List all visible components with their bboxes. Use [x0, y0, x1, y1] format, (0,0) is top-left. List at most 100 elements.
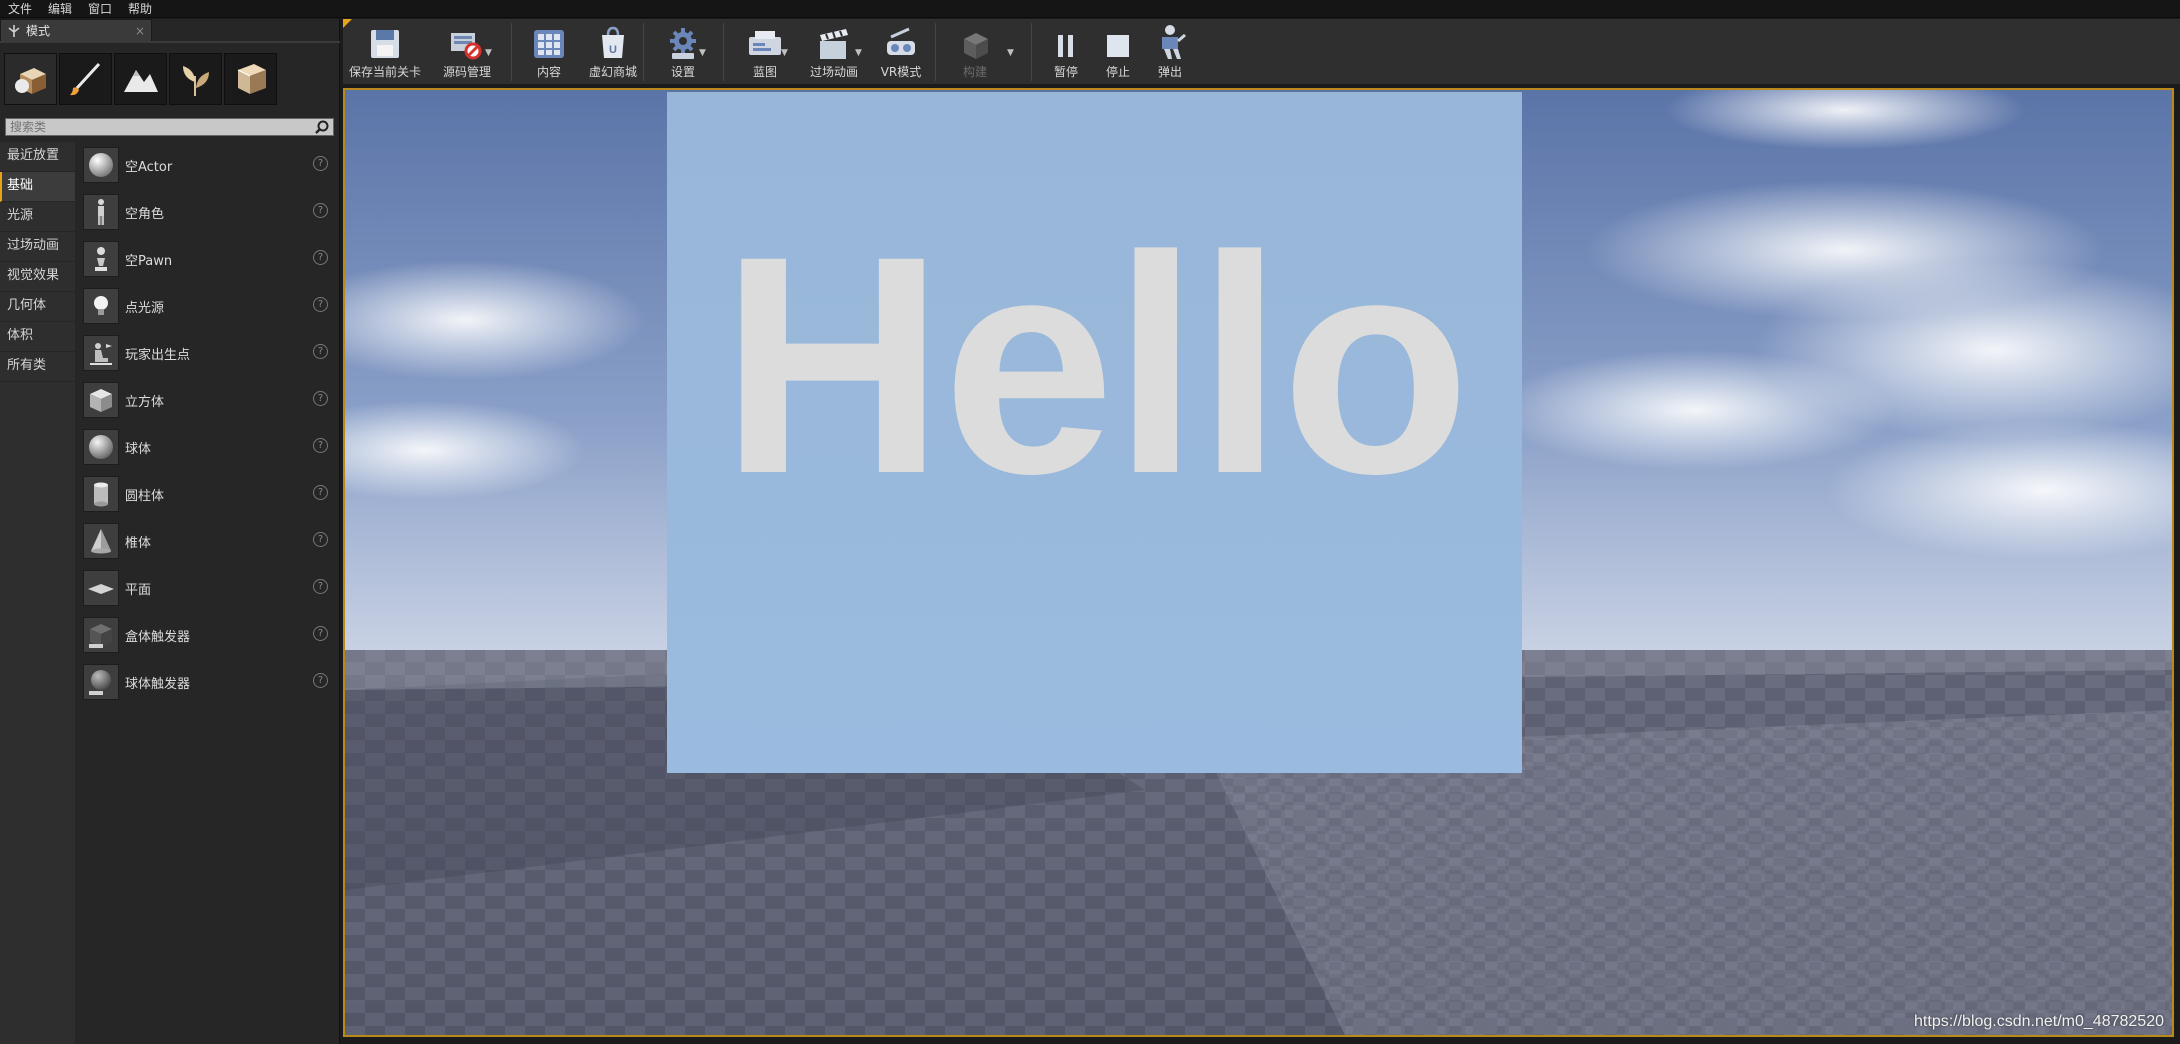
help-icon[interactable]: ?: [313, 532, 328, 547]
menu-window[interactable]: 窗口: [80, 0, 120, 18]
foliage-mode-icon[interactable]: [169, 53, 222, 105]
stop-button[interactable]: 停止: [1093, 19, 1143, 85]
search-icon[interactable]: [314, 119, 330, 139]
plane-icon: [83, 570, 119, 606]
help-icon[interactable]: ?: [313, 391, 328, 406]
paint-mode-icon[interactable]: [59, 53, 112, 105]
cone-icon: [83, 523, 119, 559]
mode-selector: [4, 45, 277, 113]
watermark-url: https://blog.csdn.net/m0_48782520: [1914, 1013, 2164, 1030]
help-icon[interactable]: ?: [313, 297, 328, 312]
help-icon[interactable]: ?: [313, 485, 328, 500]
list-item[interactable]: 空角色 ?: [76, 189, 334, 235]
toolbar-separator: [935, 23, 936, 81]
marketplace-button[interactable]: U 虚幻商城: [577, 19, 649, 85]
eject-icon: [1153, 19, 1187, 63]
marketplace-label: 虚幻商城: [588, 65, 637, 79]
help-icon[interactable]: ?: [313, 250, 328, 265]
menu-help[interactable]: 帮助: [120, 0, 160, 18]
cinematics-label: 过场动画: [809, 65, 858, 79]
hello-widget[interactable]: Hello: [667, 92, 1522, 773]
landscape-mode-icon[interactable]: [114, 53, 167, 105]
list-item[interactable]: 球体触发器 ?: [76, 659, 334, 705]
help-icon[interactable]: ?: [313, 344, 328, 359]
save-button[interactable]: 保存当前关卡: [349, 19, 421, 85]
source-control-icon: [447, 19, 487, 63]
menu-edit[interactable]: 编辑: [40, 0, 80, 18]
modes-tab[interactable]: 模式 ×: [0, 19, 152, 41]
blueprints-label: 蓝图: [752, 65, 777, 79]
list-item[interactable]: 平面 ?: [76, 565, 334, 611]
vr-mode-button[interactable]: VR模式: [871, 19, 931, 85]
source-control-button[interactable]: 源码管理: [431, 19, 503, 85]
list-item[interactable]: 点光源 ?: [76, 283, 334, 329]
blueprint-icon: [745, 19, 785, 63]
menu-file[interactable]: 文件: [0, 0, 40, 18]
vr-mode-icon: [881, 19, 921, 63]
geometry-mode-icon[interactable]: [224, 53, 277, 105]
search-box: [5, 118, 334, 136]
help-icon[interactable]: ?: [313, 156, 328, 171]
category-lights[interactable]: 光源: [0, 202, 75, 232]
save-icon: [368, 19, 402, 63]
category-all-classes[interactable]: 所有类: [0, 352, 75, 382]
sphere-trigger-icon: [83, 664, 119, 700]
content-icon: [531, 19, 567, 63]
category-visual-effects[interactable]: 视觉效果: [0, 262, 75, 292]
actor-label: 空Actor: [125, 159, 173, 175]
category-basic[interactable]: 基础: [0, 172, 75, 202]
content-label: 内容: [536, 65, 561, 79]
chevron-down-icon[interactable]: ▼: [485, 48, 492, 58]
stop-icon: [1103, 19, 1133, 63]
box-trigger-icon: [83, 617, 119, 653]
build-icon: [958, 19, 992, 63]
list-item[interactable]: 球体 ?: [76, 424, 334, 470]
clapperboard-icon: [814, 19, 854, 63]
chevron-down-icon[interactable]: ▼: [855, 48, 862, 58]
toolbar: 保存当前关卡 源码管理 ▼ 内容 U 虚幻商城 设置 ▼ 蓝图 ▼ 过场动画 ▼…: [343, 19, 2180, 85]
category-geometry[interactable]: 几何体: [0, 292, 75, 322]
help-icon[interactable]: ?: [313, 626, 328, 641]
category-cinematic[interactable]: 过场动画: [0, 232, 75, 262]
list-item[interactable]: 玩家出生点 ?: [76, 330, 334, 376]
list-item[interactable]: 空Actor ?: [76, 142, 334, 188]
help-icon[interactable]: ?: [313, 579, 328, 594]
category-recent[interactable]: 最近放置: [0, 142, 75, 172]
list-item[interactable]: 椎体 ?: [76, 518, 334, 564]
chevron-down-icon[interactable]: ▼: [1007, 48, 1014, 58]
category-volumes[interactable]: 体积: [0, 322, 75, 352]
actor-label: 空Pawn: [125, 253, 173, 269]
help-icon[interactable]: ?: [313, 203, 328, 218]
cylinder-icon: [83, 476, 119, 512]
modes-tab-title: 模式: [26, 24, 51, 38]
sphere-icon: [83, 147, 119, 183]
actor-label: 平面: [125, 582, 152, 598]
list-item[interactable]: 圆柱体 ?: [76, 471, 334, 517]
pawn-icon: [83, 241, 119, 277]
list-item[interactable]: 盒体触发器 ?: [76, 612, 334, 658]
build-button[interactable]: 构建: [945, 19, 1005, 85]
search-input[interactable]: [6, 119, 306, 135]
gear-icon: [666, 19, 700, 63]
chevron-down-icon[interactable]: ▼: [781, 48, 788, 58]
level-viewport[interactable]: Hello https://blog.csdn.net/m0_48782520: [343, 88, 2174, 1037]
actor-label: 盒体触发器: [125, 629, 191, 645]
eject-button[interactable]: 弹出: [1145, 19, 1195, 85]
help-icon[interactable]: ?: [313, 438, 328, 453]
place-mode-icon[interactable]: [4, 53, 57, 105]
svg-text:U: U: [609, 44, 617, 56]
tab-underline: [0, 41, 340, 43]
pause-button[interactable]: 暂停: [1041, 19, 1091, 85]
actor-label: 空角色: [125, 206, 165, 222]
pause-label: 暂停: [1053, 65, 1078, 79]
actor-label: 椎体: [125, 535, 152, 551]
chevron-down-icon[interactable]: ▼: [699, 48, 706, 58]
content-button[interactable]: 内容: [519, 19, 579, 85]
close-icon[interactable]: ×: [135, 24, 145, 38]
stop-label: 停止: [1105, 65, 1130, 79]
list-item[interactable]: 立方体 ?: [76, 377, 334, 423]
list-item[interactable]: 空Pawn ?: [76, 236, 334, 282]
help-icon[interactable]: ?: [313, 673, 328, 688]
toolbar-separator: [723, 23, 724, 81]
menu-bar: 文件 编辑 窗口 帮助: [0, 0, 2180, 18]
